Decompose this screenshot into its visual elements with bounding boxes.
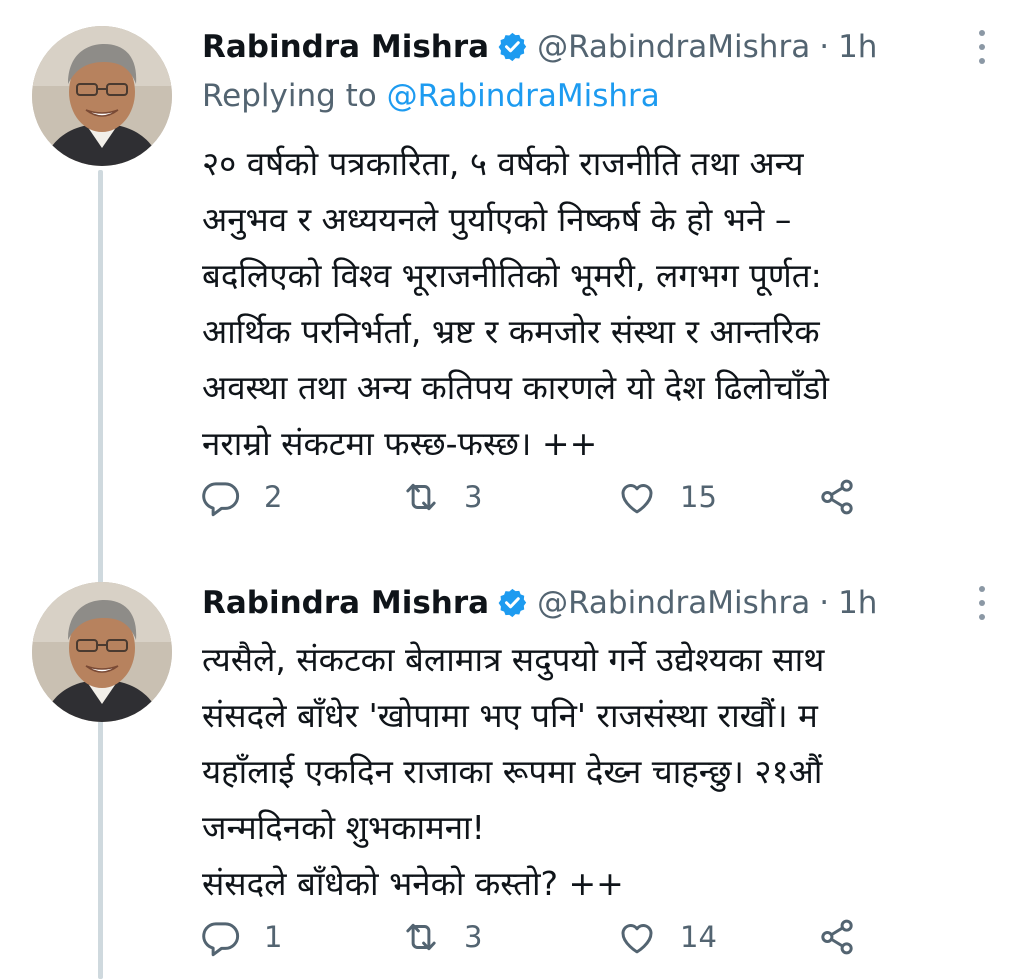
tweet[interactable]: Rabindra Mishra @RabindraMishra · 1h त्य…	[0, 570, 1024, 979]
reply-count: 2	[264, 480, 283, 514]
like-count: 14	[680, 920, 717, 954]
heart-icon	[621, 484, 653, 514]
tweet-text-line: अवस्था तथा अन्य कतिपय कारणले यो देश ढिलो…	[202, 368, 829, 407]
action-bar: 1 3 14	[200, 912, 880, 962]
verified-badge-icon	[497, 31, 528, 63]
more-options-icon[interactable]	[970, 30, 994, 64]
tweet-text-line: २० वर्षको पत्रकारिता, ५ वर्षको राजनीति त…	[202, 144, 804, 183]
tweet-text-line: त्यसैले, संकटका बेलामात्र सदुपयो गर्ने उ…	[202, 640, 825, 679]
more-options-icon[interactable]	[970, 586, 994, 620]
tweet-header: Rabindra Mishra @RabindraMishra · 1h	[202, 578, 994, 628]
tweet-text: त्यसैले, संकटका बेलामात्र सदुपयो गर्ने उ…	[202, 632, 1002, 912]
tweet[interactable]: Rabindra Mishra @RabindraMishra · 1h Rep…	[0, 0, 1024, 560]
replying-to-mention[interactable]: @RabindraMishra	[387, 78, 660, 114]
tweet-text-line: आर्थिक परनिर्भर्ता, भ्रष्ट र कमजोर संस्थ…	[202, 312, 820, 351]
verified-badge-icon	[497, 587, 528, 619]
tweet-text-line: अनुभव र अध्ययनले पुर्याएको निष्कर्ष के ह…	[202, 200, 792, 239]
retweet-count: 3	[464, 920, 483, 954]
like-button[interactable]: 15	[616, 472, 717, 522]
author-handle[interactable]: @RabindraMishra	[537, 585, 810, 621]
tweet-text-line: संसदले बाँधेको भनेको कस्तो? ++	[202, 864, 624, 903]
like-button[interactable]: 14	[616, 912, 717, 962]
separator-dot: ·	[819, 29, 830, 65]
timestamp[interactable]: 1h	[838, 29, 877, 65]
author-handle[interactable]: @RabindraMishra	[537, 29, 810, 65]
tweet-text-line: जन्मदिनको शुभकामना!	[202, 808, 485, 847]
reply-icon	[202, 482, 240, 517]
author-name[interactable]: Rabindra Mishra	[202, 585, 489, 621]
tweet-text-line: यहाँलाई एकदिन राजाका रूपमा देख्न चाहन्छु…	[202, 752, 823, 791]
retweet-icon	[406, 483, 436, 511]
avatar[interactable]	[32, 582, 172, 722]
share-button[interactable]	[816, 472, 858, 522]
timestamp[interactable]: 1h	[838, 585, 877, 621]
retweet-count: 3	[464, 480, 483, 514]
like-count: 15	[680, 480, 717, 514]
tweet-text: २० वर्षको पत्रकारिता, ५ वर्षको राजनीति त…	[202, 136, 1002, 472]
heart-icon	[621, 924, 653, 954]
retweet-button[interactable]: 3	[400, 912, 482, 962]
retweet-icon	[406, 923, 436, 951]
separator-dot: ·	[819, 585, 830, 621]
replying-label: Replying to	[202, 78, 377, 114]
share-button[interactable]	[816, 912, 858, 962]
action-bar: 2 3 15	[200, 472, 880, 522]
reply-icon	[202, 922, 240, 957]
share-icon	[821, 479, 853, 515]
tweet-text-line: नराम्रो संकटमा फस्छ-फस्छ। ++	[202, 424, 598, 463]
author-name[interactable]: Rabindra Mishra	[202, 29, 489, 65]
tweet-header: Rabindra Mishra @RabindraMishra · 1h	[202, 22, 994, 72]
retweet-button[interactable]: 3	[400, 472, 482, 522]
reply-count: 1	[264, 920, 283, 954]
share-icon	[821, 919, 853, 955]
tweet-text-line: बदलिएको विश्व भूराजनीतिको भूमरी, लगभग पू…	[202, 256, 822, 295]
avatar[interactable]	[32, 26, 172, 166]
replying-to: Replying to @RabindraMishra	[202, 78, 660, 114]
reply-button[interactable]: 2	[200, 472, 282, 522]
tweet-text-line: संसदले बाँधेर 'खोपामा भए पनि' राजसंस्था …	[202, 696, 818, 735]
reply-button[interactable]: 1	[200, 912, 282, 962]
